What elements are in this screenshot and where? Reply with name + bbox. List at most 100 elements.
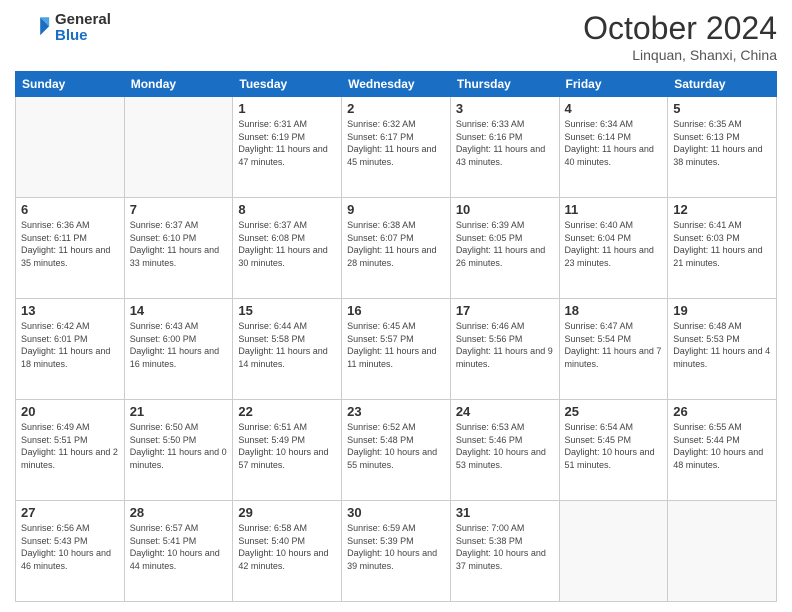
day-info: Sunrise: 6:35 AM Sunset: 6:13 PM Dayligh… xyxy=(673,118,771,168)
day-info: Sunrise: 6:37 AM Sunset: 6:08 PM Dayligh… xyxy=(238,219,336,269)
page: General Blue October 2024 Linquan, Shanx… xyxy=(0,0,792,612)
day-info: Sunrise: 6:55 AM Sunset: 5:44 PM Dayligh… xyxy=(673,421,771,471)
day-info: Sunrise: 6:36 AM Sunset: 6:11 PM Dayligh… xyxy=(21,219,119,269)
day-number: 21 xyxy=(130,404,228,419)
day-info: Sunrise: 6:45 AM Sunset: 5:57 PM Dayligh… xyxy=(347,320,445,370)
calendar-week-row: 27 Sunrise: 6:56 AM Sunset: 5:43 PM Dayli… xyxy=(16,501,777,602)
title-section: October 2024 Linquan, Shanxi, China xyxy=(583,10,777,63)
day-number: 3 xyxy=(456,101,554,116)
table-row: 29 Sunrise: 6:58 AM Sunset: 5:40 PM Dayli… xyxy=(233,501,342,602)
table-row: 25 Sunrise: 6:54 AM Sunset: 5:45 PM Dayli… xyxy=(559,400,668,501)
table-row: 6Sunrise: 6:36 AM Sunset: 6:11 PM Daylig… xyxy=(16,198,125,299)
col-wednesday: Wednesday xyxy=(342,72,451,97)
table-row: 11Sunrise: 6:40 AM Sunset: 6:04 PM Dayli… xyxy=(559,198,668,299)
calendar-week-row: 6Sunrise: 6:36 AM Sunset: 6:11 PM Daylig… xyxy=(16,198,777,299)
table-row: 30 Sunrise: 6:59 AM Sunset: 5:39 PM Dayli… xyxy=(342,501,451,602)
day-number: 20 xyxy=(21,404,119,419)
col-sunday: Sunday xyxy=(16,72,125,97)
day-info: Sunrise: 6:51 AM Sunset: 5:49 PM Dayligh… xyxy=(238,421,336,471)
day-info: Sunrise: 6:39 AM Sunset: 6:05 PM Dayligh… xyxy=(456,219,554,269)
table-row: 16Sunrise: 6:45 AM Sunset: 5:57 PM Dayli… xyxy=(342,299,451,400)
table-row: 24 Sunrise: 6:53 AM Sunset: 5:46 PM Dayli… xyxy=(450,400,559,501)
day-number: 29 xyxy=(238,505,336,520)
day-info: Sunrise: 6:58 AM Sunset: 5:40 PM Dayligh… xyxy=(238,522,336,572)
day-number: 9 xyxy=(347,202,445,217)
day-number: 12 xyxy=(673,202,771,217)
logo-blue-text: Blue xyxy=(55,28,111,45)
location-title: Linquan, Shanxi, China xyxy=(583,47,777,63)
day-number: 24 xyxy=(456,404,554,419)
logo-general-text: General xyxy=(55,12,111,29)
day-info: Sunrise: 6:48 AM Sunset: 5:53 PM Dayligh… xyxy=(673,320,771,370)
day-number: 10 xyxy=(456,202,554,217)
table-row xyxy=(124,97,233,198)
table-row: 26 Sunrise: 6:55 AM Sunset: 5:44 PM Dayli… xyxy=(668,400,777,501)
day-info: Sunrise: 6:33 AM Sunset: 6:16 PM Dayligh… xyxy=(456,118,554,168)
day-info: Sunrise: 7:00 AM Sunset: 5:38 PM Dayligh… xyxy=(456,522,554,572)
day-number: 25 xyxy=(565,404,663,419)
table-row: 17 Sunrise: 6:46 AM Sunset: 5:56 PM Dayli… xyxy=(450,299,559,400)
table-row: 31 Sunrise: 7:00 AM Sunset: 5:38 PM Dayli… xyxy=(450,501,559,602)
day-number: 8 xyxy=(238,202,336,217)
table-row: 8 Sunrise: 6:37 AM Sunset: 6:08 PM Daylig… xyxy=(233,198,342,299)
day-info: Sunrise: 6:47 AM Sunset: 5:54 PM Dayligh… xyxy=(565,320,663,370)
day-number: 14 xyxy=(130,303,228,318)
table-row: 14Sunrise: 6:43 AM Sunset: 6:00 PM Dayli… xyxy=(124,299,233,400)
logo-text: General Blue xyxy=(55,12,111,45)
col-saturday: Saturday xyxy=(668,72,777,97)
day-number: 18 xyxy=(565,303,663,318)
day-number: 4 xyxy=(565,101,663,116)
table-row: 28Sunrise: 6:57 AM Sunset: 5:41 PM Dayli… xyxy=(124,501,233,602)
day-info: Sunrise: 6:53 AM Sunset: 5:46 PM Dayligh… xyxy=(456,421,554,471)
calendar-table: Sunday Monday Tuesday Wednesday Thursday… xyxy=(15,71,777,602)
day-number: 17 xyxy=(456,303,554,318)
table-row: 5Sunrise: 6:35 AM Sunset: 6:13 PM Daylig… xyxy=(668,97,777,198)
table-row: 2Sunrise: 6:32 AM Sunset: 6:17 PM Daylig… xyxy=(342,97,451,198)
table-row: 10 Sunrise: 6:39 AM Sunset: 6:05 PM Dayli… xyxy=(450,198,559,299)
day-info: Sunrise: 6:42 AM Sunset: 6:01 PM Dayligh… xyxy=(21,320,119,370)
day-info: Sunrise: 6:37 AM Sunset: 6:10 PM Dayligh… xyxy=(130,219,228,269)
table-row: 22Sunrise: 6:51 AM Sunset: 5:49 PM Dayli… xyxy=(233,400,342,501)
day-info: Sunrise: 6:31 AM Sunset: 6:19 PM Dayligh… xyxy=(238,118,336,168)
table-row: 12Sunrise: 6:41 AM Sunset: 6:03 PM Dayli… xyxy=(668,198,777,299)
table-row: 15Sunrise: 6:44 AM Sunset: 5:58 PM Dayli… xyxy=(233,299,342,400)
day-info: Sunrise: 6:50 AM Sunset: 5:50 PM Dayligh… xyxy=(130,421,228,471)
day-number: 31 xyxy=(456,505,554,520)
day-number: 15 xyxy=(238,303,336,318)
day-info: Sunrise: 6:57 AM Sunset: 5:41 PM Dayligh… xyxy=(130,522,228,572)
header: General Blue October 2024 Linquan, Shanx… xyxy=(15,10,777,63)
day-info: Sunrise: 6:46 AM Sunset: 5:56 PM Dayligh… xyxy=(456,320,554,370)
day-info: Sunrise: 6:56 AM Sunset: 5:43 PM Dayligh… xyxy=(21,522,119,572)
day-info: Sunrise: 6:32 AM Sunset: 6:17 PM Dayligh… xyxy=(347,118,445,168)
table-row xyxy=(16,97,125,198)
table-row: 18 Sunrise: 6:47 AM Sunset: 5:54 PM Dayli… xyxy=(559,299,668,400)
table-row: 20Sunrise: 6:49 AM Sunset: 5:51 PM Dayli… xyxy=(16,400,125,501)
day-info: Sunrise: 6:40 AM Sunset: 6:04 PM Dayligh… xyxy=(565,219,663,269)
calendar-header-row: Sunday Monday Tuesday Wednesday Thursday… xyxy=(16,72,777,97)
day-number: 26 xyxy=(673,404,771,419)
table-row xyxy=(559,501,668,602)
day-number: 30 xyxy=(347,505,445,520)
day-info: Sunrise: 6:52 AM Sunset: 5:48 PM Dayligh… xyxy=(347,421,445,471)
day-number: 27 xyxy=(21,505,119,520)
day-number: 19 xyxy=(673,303,771,318)
table-row: 23 Sunrise: 6:52 AM Sunset: 5:48 PM Dayli… xyxy=(342,400,451,501)
day-info: Sunrise: 6:59 AM Sunset: 5:39 PM Dayligh… xyxy=(347,522,445,572)
calendar-week-row: 20Sunrise: 6:49 AM Sunset: 5:51 PM Dayli… xyxy=(16,400,777,501)
day-number: 23 xyxy=(347,404,445,419)
table-row: 19 Sunrise: 6:48 AM Sunset: 5:53 PM Dayli… xyxy=(668,299,777,400)
month-title: October 2024 xyxy=(583,10,777,47)
col-tuesday: Tuesday xyxy=(233,72,342,97)
logo: General Blue xyxy=(15,10,111,46)
day-info: Sunrise: 6:34 AM Sunset: 6:14 PM Dayligh… xyxy=(565,118,663,168)
col-thursday: Thursday xyxy=(450,72,559,97)
table-row: 1 Sunrise: 6:31 AM Sunset: 6:19 PM Daylig… xyxy=(233,97,342,198)
logo-icon xyxy=(15,10,51,46)
table-row: 27 Sunrise: 6:56 AM Sunset: 5:43 PM Dayli… xyxy=(16,501,125,602)
table-row xyxy=(668,501,777,602)
col-friday: Friday xyxy=(559,72,668,97)
day-info: Sunrise: 6:54 AM Sunset: 5:45 PM Dayligh… xyxy=(565,421,663,471)
day-number: 1 xyxy=(238,101,336,116)
col-monday: Monday xyxy=(124,72,233,97)
day-number: 13 xyxy=(21,303,119,318)
